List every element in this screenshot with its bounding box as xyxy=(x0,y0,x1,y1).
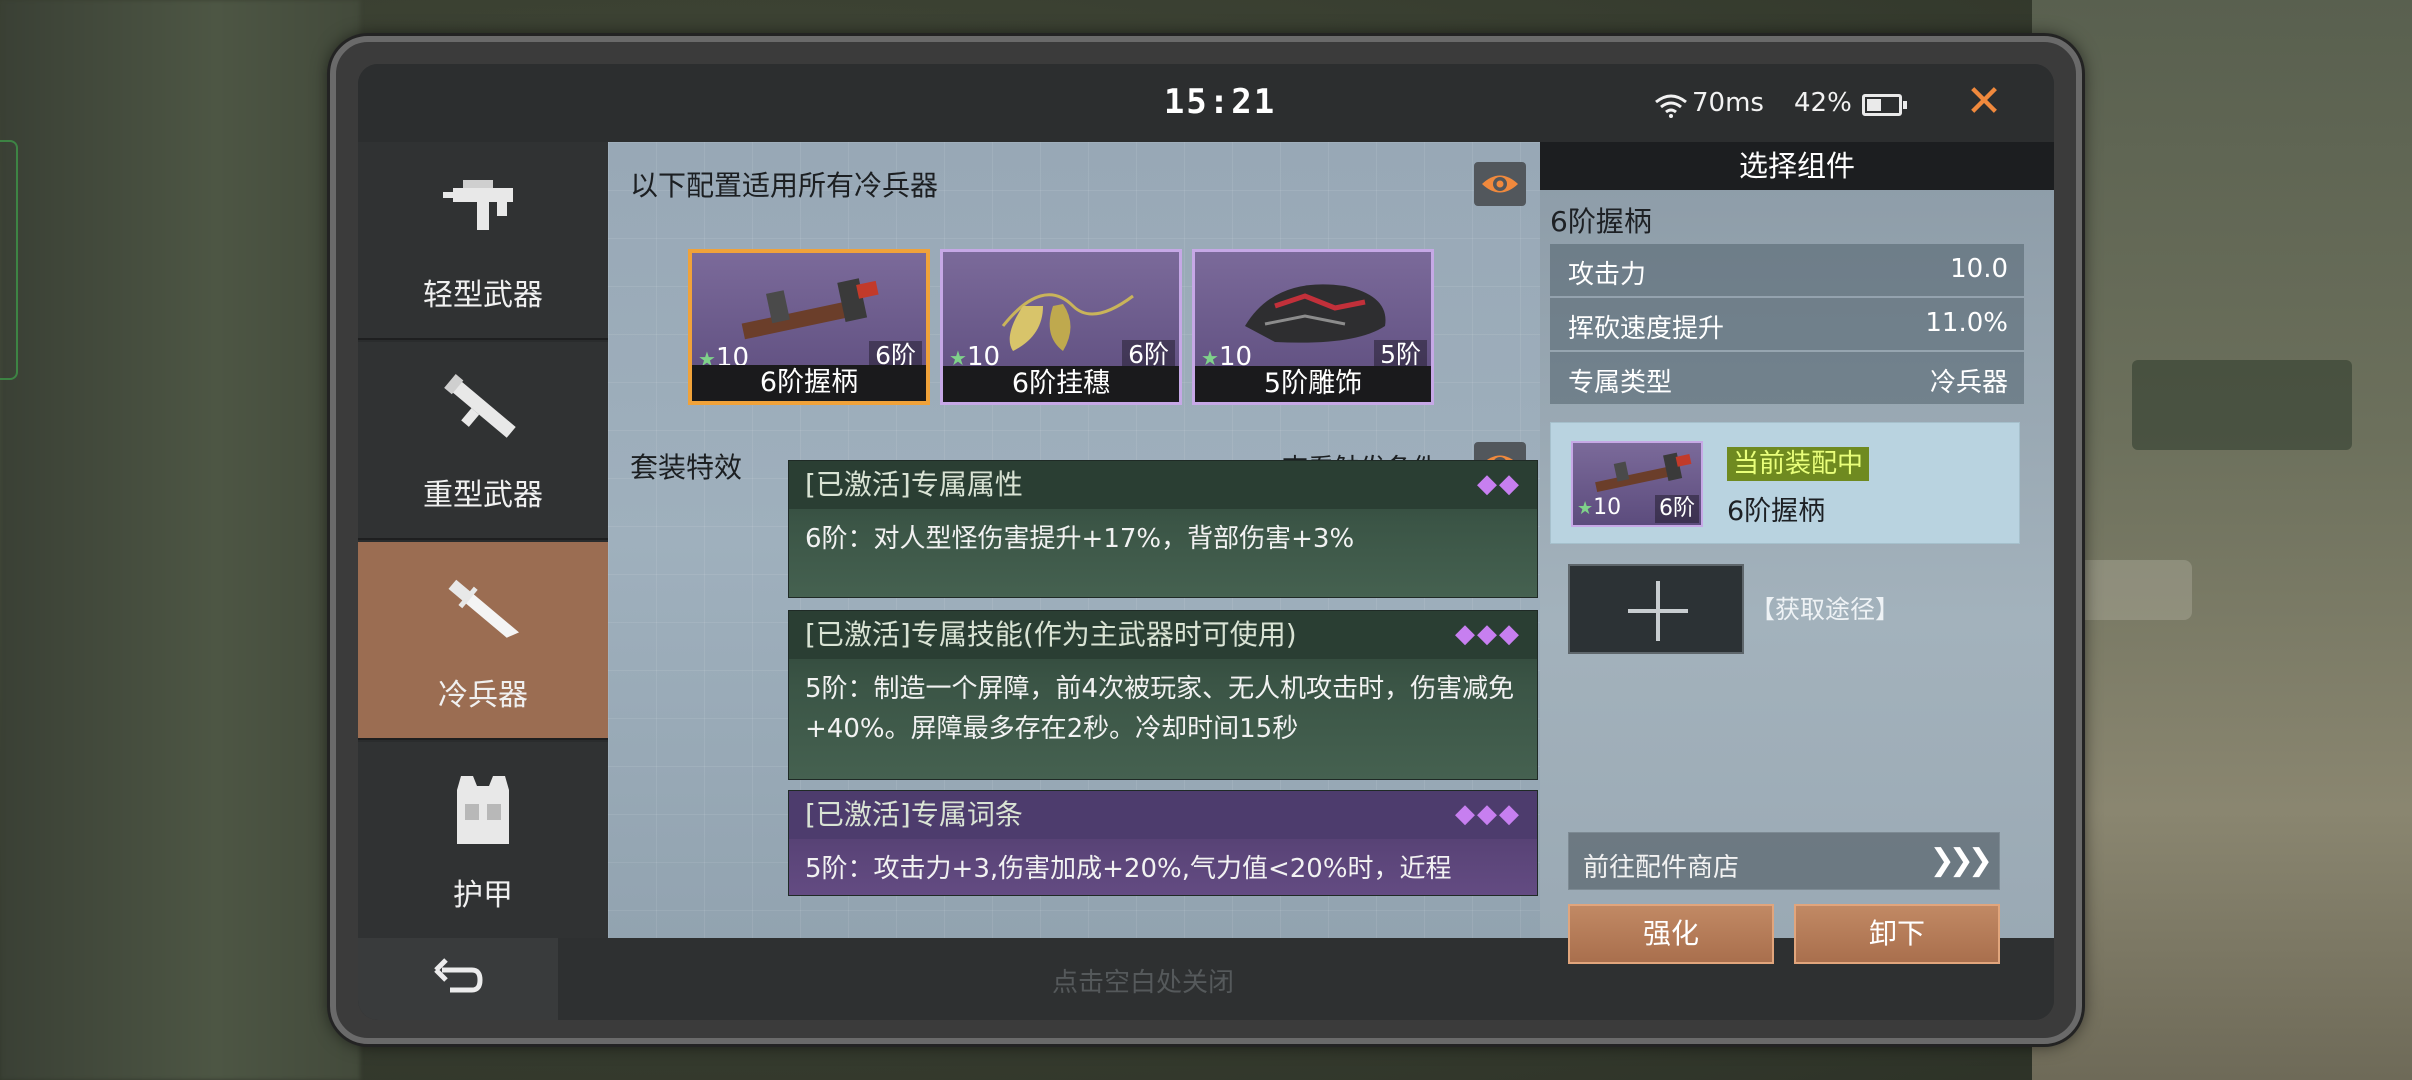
sidebar-item-light-weapons[interactable]: 轻型武器 xyxy=(358,142,608,340)
shop-label: 前往配件商店 xyxy=(1583,853,1740,883)
stat-key: 专属类型 xyxy=(1568,368,1673,398)
close-button[interactable]: ✕ xyxy=(1954,78,2014,126)
rocket-launcher-icon xyxy=(444,374,516,438)
equipped-badge: 当前装配中 xyxy=(1727,447,1870,481)
sidebar-item-heavy-weapons[interactable]: 重型武器 xyxy=(358,342,608,540)
stat-table: 攻击力 10.0 挥砍速度提升 11.0% 专属类型 冷兵器 xyxy=(1550,244,2024,406)
stat-value: 10.0 xyxy=(1950,254,2008,284)
effect-panel-skill: [已激活]专属技能(作为主武器时可使用) ◆◆◆ 5阶：制造一个屏障，前4次被玩… xyxy=(788,610,1538,780)
battery-percent: 42% xyxy=(1794,88,1852,118)
sidebar-item-label: 轻型武器 xyxy=(423,278,543,313)
mod-card-grip[interactable]: ★10 6阶 6阶握柄 xyxy=(688,249,930,405)
diamond-icon: ◆◆◆ xyxy=(1455,799,1521,829)
card-name: 6阶握柄 xyxy=(692,365,926,401)
sidebar-item-armor[interactable]: 护甲 xyxy=(358,742,608,940)
background-object xyxy=(2132,360,2352,450)
clock: 15:21 xyxy=(1163,82,1277,122)
diamond-icon: ◆◆◆ xyxy=(1455,619,1521,649)
card-tier: 6阶 xyxy=(1655,495,1699,523)
stat-key: 挥砍速度提升 xyxy=(1568,314,1725,344)
status-bar: 15:21 70ms 42% ✕ xyxy=(358,64,2054,142)
obtain-method-link[interactable]: 【获取途径】 xyxy=(1750,590,1900,626)
component-title: 6阶握柄 xyxy=(1550,205,1652,238)
eye-icon xyxy=(1482,175,1518,193)
carving-item-icon xyxy=(1245,284,1386,343)
smg-icon xyxy=(443,180,513,230)
back-arrow-icon xyxy=(434,958,483,993)
equipped-name: 6阶握柄 xyxy=(1727,496,1826,527)
category-sidebar: 轻型武器 重型武器 冷兵器 护甲 xyxy=(358,142,608,940)
tablet-screen: 15:21 70ms 42% ✕ 轻型武器 重型武器 冷兵器 护甲 点击空白处关… xyxy=(358,64,2054,1020)
stat-row: 攻击力 10.0 xyxy=(1550,244,2024,296)
background-hud-edge xyxy=(0,140,18,380)
effect-body: 6阶：对人型怪伤害提升+17%，背部伤害+3% xyxy=(805,524,1355,554)
wifi-icon xyxy=(1655,94,1687,118)
effect-body: 5阶：攻击力+3,伤害加成+20%,气力值<20%时，近程 xyxy=(805,854,1452,884)
mod-card-carving[interactable]: ★10 5阶 5阶雕饰 xyxy=(1192,249,1434,405)
sidebar-item-label: 重型武器 xyxy=(423,478,543,513)
preview-button[interactable] xyxy=(1474,162,1526,206)
stat-value: 11.0% xyxy=(1925,308,2008,338)
effect-panel-attribute: [已激活]专属属性 ◆◆ 6阶：对人型怪伤害提升+17%，背部伤害+3% xyxy=(788,460,1538,598)
knife-icon xyxy=(448,579,520,638)
mod-card-tassel[interactable]: ★10 6阶 6阶挂穗 xyxy=(940,249,1182,405)
ping-text: 70ms xyxy=(1692,88,1764,118)
effect-body: 5阶：制造一个屏障，前4次被玩家、无人机攻击时，伤害减免+40%。屏障最多存在2… xyxy=(805,674,1515,744)
effect-header: [已激活]专属属性 xyxy=(789,461,1537,509)
set-effect-title: 套装特效 xyxy=(630,451,743,484)
back-button[interactable] xyxy=(358,938,558,1020)
card-level: ★10 xyxy=(1577,495,1622,520)
close-hint-text: 点击空白处关闭 xyxy=(1051,968,1234,998)
grip-item-icon xyxy=(1595,452,1692,493)
sidebar-item-label: 护甲 xyxy=(453,878,513,913)
background-left xyxy=(0,0,360,1080)
unequip-button[interactable]: 卸下 xyxy=(1794,904,2000,964)
tablet-frame: 15:21 70ms 42% ✕ 轻型武器 重型武器 冷兵器 护甲 点击空白处关… xyxy=(330,36,2082,1044)
effect-panel-affix: [已激活]专属词条 ◆◆◆ 5阶：攻击力+3,伤害加成+20%,气力值<20%时… xyxy=(788,790,1538,896)
stat-row: 专属类型 冷兵器 xyxy=(1550,352,2024,404)
equipped-item[interactable]: ★10 6阶 当前装配中 6阶握柄 xyxy=(1550,422,2020,544)
component-select-panel: 选择组件 6阶握柄 攻击力 10.0 挥砍速度提升 11.0% 专属类型 冷兵器 xyxy=(1540,142,2054,964)
card-name: 6阶挂穗 xyxy=(943,366,1179,402)
equipped-card[interactable]: ★10 6阶 xyxy=(1571,441,1703,527)
panel-header: 选择组件 xyxy=(1540,142,2054,190)
tassel-item-icon xyxy=(1001,293,1134,351)
card-name: 5阶雕饰 xyxy=(1195,366,1431,402)
upgrade-button[interactable]: 强化 xyxy=(1568,904,1774,964)
vest-icon xyxy=(457,776,509,844)
close-x-icon: ✕ xyxy=(1965,76,2003,127)
effect-header: [已激活]专属技能(作为主武器时可使用) xyxy=(789,611,1537,659)
stat-value: 冷兵器 xyxy=(1929,368,2008,398)
stat-key: 攻击力 xyxy=(1568,260,1647,290)
go-to-shop-button[interactable]: 前往配件商店 ❯❯❯ xyxy=(1568,832,2000,890)
grip-item-icon xyxy=(741,278,879,340)
battery-icon xyxy=(1862,94,1907,116)
star-icon: ★ xyxy=(1577,498,1594,519)
add-component-button[interactable] xyxy=(1568,564,1744,654)
config-title: 以下配置适用所有冷兵器 xyxy=(630,169,939,202)
sidebar-item-melee[interactable]: 冷兵器 xyxy=(358,542,608,740)
background-right xyxy=(2032,0,2412,1080)
diamond-icon: ◆◆ xyxy=(1477,469,1521,499)
sidebar-item-label: 冷兵器 xyxy=(438,678,528,713)
chevron-right-icon: ❯❯❯ xyxy=(1929,843,1993,878)
effect-header: [已激活]专属词条 xyxy=(789,791,1537,839)
plus-icon xyxy=(1656,581,1660,641)
stat-row: 挥砍速度提升 11.0% xyxy=(1550,298,2024,350)
